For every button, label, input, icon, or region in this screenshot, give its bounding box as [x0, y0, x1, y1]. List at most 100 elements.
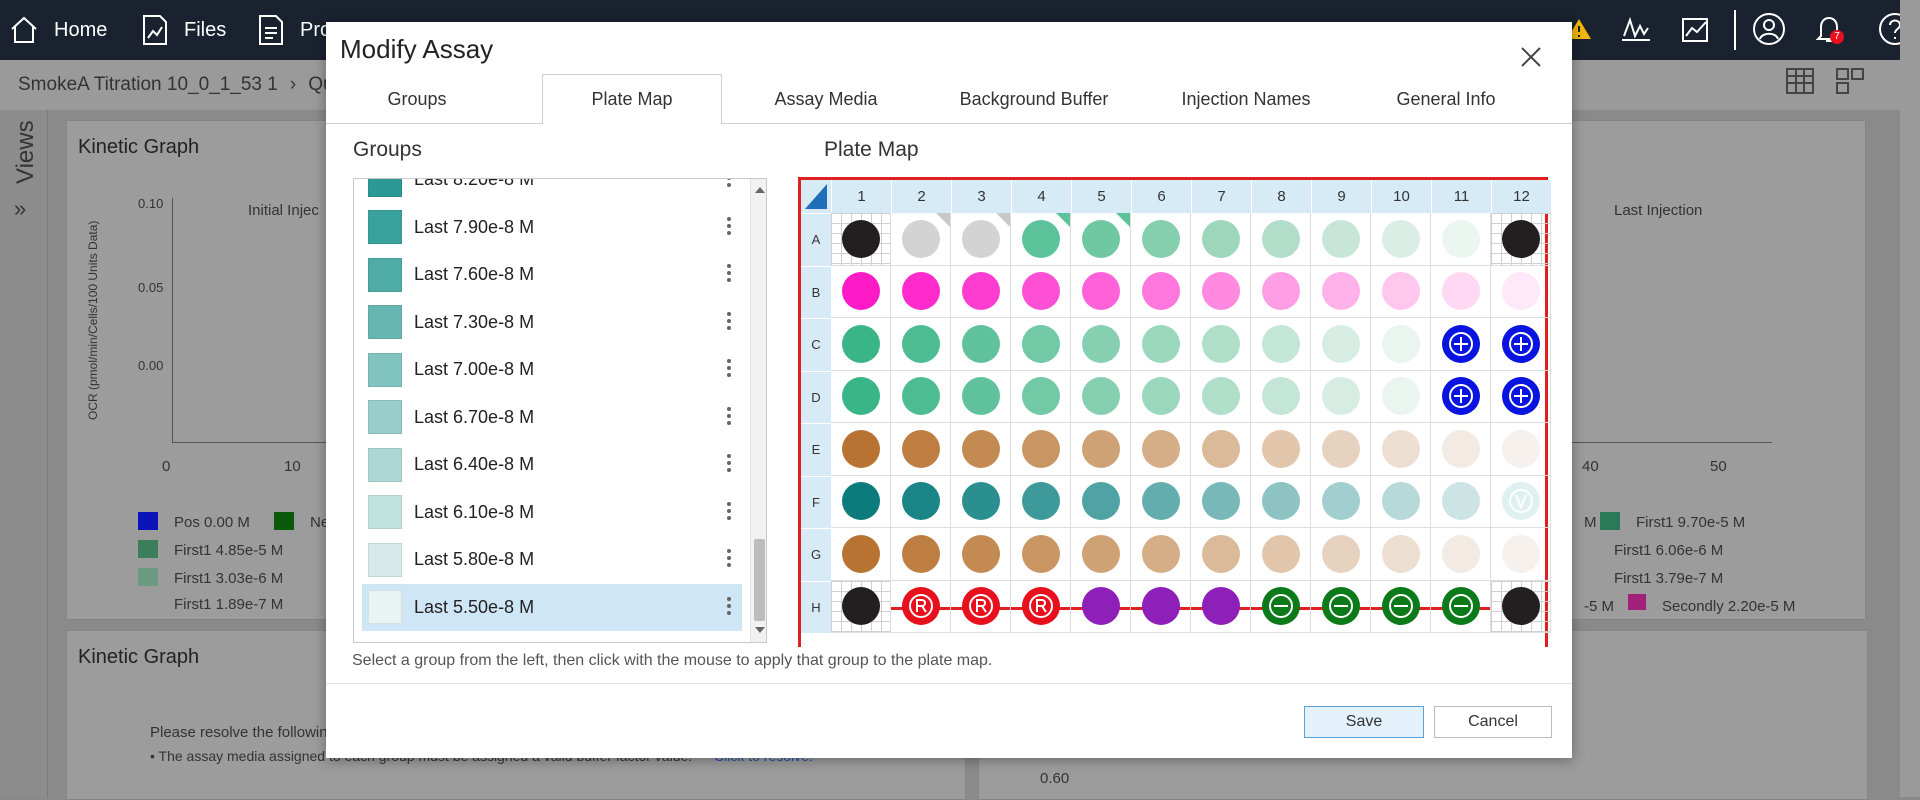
well-H7[interactable]	[1191, 580, 1251, 633]
row-header[interactable]: E	[801, 423, 831, 476]
well-A7[interactable]	[1191, 213, 1251, 266]
well-H8[interactable]	[1251, 580, 1311, 633]
well-D2[interactable]	[891, 370, 951, 423]
well-H2[interactable]	[891, 580, 951, 633]
group-item[interactable]: Last 8.20e-8 M	[362, 179, 742, 203]
tab-assay-media[interactable]: Assay Media	[746, 74, 906, 124]
well-E5[interactable]	[1071, 423, 1131, 476]
well-G2[interactable]	[891, 528, 951, 581]
well-F4[interactable]	[1011, 475, 1071, 528]
well-A2[interactable]	[891, 213, 951, 266]
well-C6[interactable]	[1131, 318, 1191, 371]
well-A1[interactable]	[831, 213, 891, 266]
well-C11[interactable]	[1431, 318, 1491, 371]
well-A8[interactable]	[1251, 213, 1311, 266]
well-E10[interactable]	[1371, 423, 1431, 476]
well-F5[interactable]	[1071, 475, 1131, 528]
well-E7[interactable]	[1191, 423, 1251, 476]
well-G5[interactable]	[1071, 528, 1131, 581]
well-D1[interactable]	[831, 370, 891, 423]
well-G11[interactable]	[1431, 528, 1491, 581]
column-header[interactable]: 10	[1371, 180, 1431, 213]
well-H1[interactable]	[831, 580, 891, 633]
well-C9[interactable]	[1311, 318, 1371, 371]
page-scrollbar[interactable]	[1900, 0, 1920, 797]
row-header[interactable]: D	[801, 370, 831, 423]
well-D10[interactable]	[1371, 370, 1431, 423]
well-C12[interactable]	[1491, 318, 1551, 371]
well-H4[interactable]	[1011, 580, 1071, 633]
group-item[interactable]: Last 7.60e-8 M	[362, 251, 742, 298]
well-B11[interactable]	[1431, 265, 1491, 318]
save-button[interactable]: Save	[1304, 706, 1424, 738]
well-G10[interactable]	[1371, 528, 1431, 581]
nav-pro[interactable]: Pro	[256, 0, 331, 60]
well-H10[interactable]	[1371, 580, 1431, 633]
well-D5[interactable]	[1071, 370, 1131, 423]
table-view-icon[interactable]	[1784, 66, 1816, 96]
well-G8[interactable]	[1251, 528, 1311, 581]
group-list-scrollbar[interactable]	[750, 179, 766, 642]
tab-groups[interactable]: Groups	[334, 74, 500, 124]
group-item[interactable]: Last 7.00e-8 M	[362, 346, 742, 393]
well-H9[interactable]	[1311, 580, 1371, 633]
well-D12[interactable]	[1491, 370, 1551, 423]
well-H6[interactable]	[1131, 580, 1191, 633]
well-B1[interactable]	[831, 265, 891, 318]
column-header[interactable]: 3	[951, 180, 1011, 213]
well-D3[interactable]	[951, 370, 1011, 423]
well-C7[interactable]	[1191, 318, 1251, 371]
tab-injection-names[interactable]: Injection Names	[1146, 74, 1346, 124]
plate-corner[interactable]	[801, 180, 831, 213]
well-A9[interactable]	[1311, 213, 1371, 266]
well-E1[interactable]	[831, 423, 891, 476]
well-A6[interactable]	[1131, 213, 1191, 266]
well-F1[interactable]	[831, 475, 891, 528]
well-G7[interactable]	[1191, 528, 1251, 581]
well-C2[interactable]	[891, 318, 951, 371]
group-item[interactable]: Last 6.10e-8 M	[362, 489, 742, 536]
more-options-icon[interactable]	[724, 451, 734, 477]
group-item[interactable]: Last 7.90e-8 M	[362, 204, 742, 251]
close-icon[interactable]	[1516, 42, 1546, 72]
group-item[interactable]: Last 5.50e-8 M	[362, 583, 742, 631]
nav-files[interactable]: Files	[140, 0, 226, 60]
well-A11[interactable]	[1431, 213, 1491, 266]
more-options-icon[interactable]	[724, 309, 734, 335]
well-G1[interactable]	[831, 528, 891, 581]
tab-plate-map[interactable]: Plate Map	[542, 74, 722, 125]
tab-background-buffer[interactable]: Background Buffer	[924, 74, 1144, 124]
well-D6[interactable]	[1131, 370, 1191, 423]
more-options-icon[interactable]	[724, 546, 734, 572]
column-header[interactable]: 12	[1491, 180, 1551, 213]
well-B4[interactable]	[1011, 265, 1071, 318]
well-F7[interactable]	[1191, 475, 1251, 528]
column-header[interactable]: 2	[891, 180, 951, 213]
more-options-icon[interactable]	[724, 404, 734, 430]
well-C1[interactable]	[831, 318, 891, 371]
well-E6[interactable]	[1131, 423, 1191, 476]
row-header[interactable]: C	[801, 318, 831, 371]
group-item[interactable]: Last 7.30e-8 M	[362, 299, 742, 346]
well-D11[interactable]	[1431, 370, 1491, 423]
well-B3[interactable]	[951, 265, 1011, 318]
well-A4[interactable]	[1011, 213, 1071, 266]
well-E4[interactable]	[1011, 423, 1071, 476]
scroll-thumb[interactable]	[754, 539, 765, 621]
well-A5[interactable]	[1071, 213, 1131, 266]
well-H5[interactable]	[1071, 580, 1131, 633]
row-header[interactable]: F	[801, 475, 831, 528]
nav-home[interactable]: Home	[8, 0, 107, 60]
well-F12[interactable]	[1491, 475, 1551, 528]
well-E9[interactable]	[1311, 423, 1371, 476]
row-header[interactable]: A	[801, 213, 831, 266]
well-B8[interactable]	[1251, 265, 1311, 318]
column-header[interactable]: 11	[1431, 180, 1491, 213]
column-header[interactable]: 7	[1191, 180, 1251, 213]
well-F11[interactable]	[1431, 475, 1491, 528]
well-E12[interactable]	[1491, 423, 1551, 476]
column-header[interactable]: 4	[1011, 180, 1071, 213]
well-C8[interactable]	[1251, 318, 1311, 371]
grid-view-icon[interactable]	[1834, 66, 1866, 96]
chart-check-icon[interactable]	[1680, 14, 1712, 46]
